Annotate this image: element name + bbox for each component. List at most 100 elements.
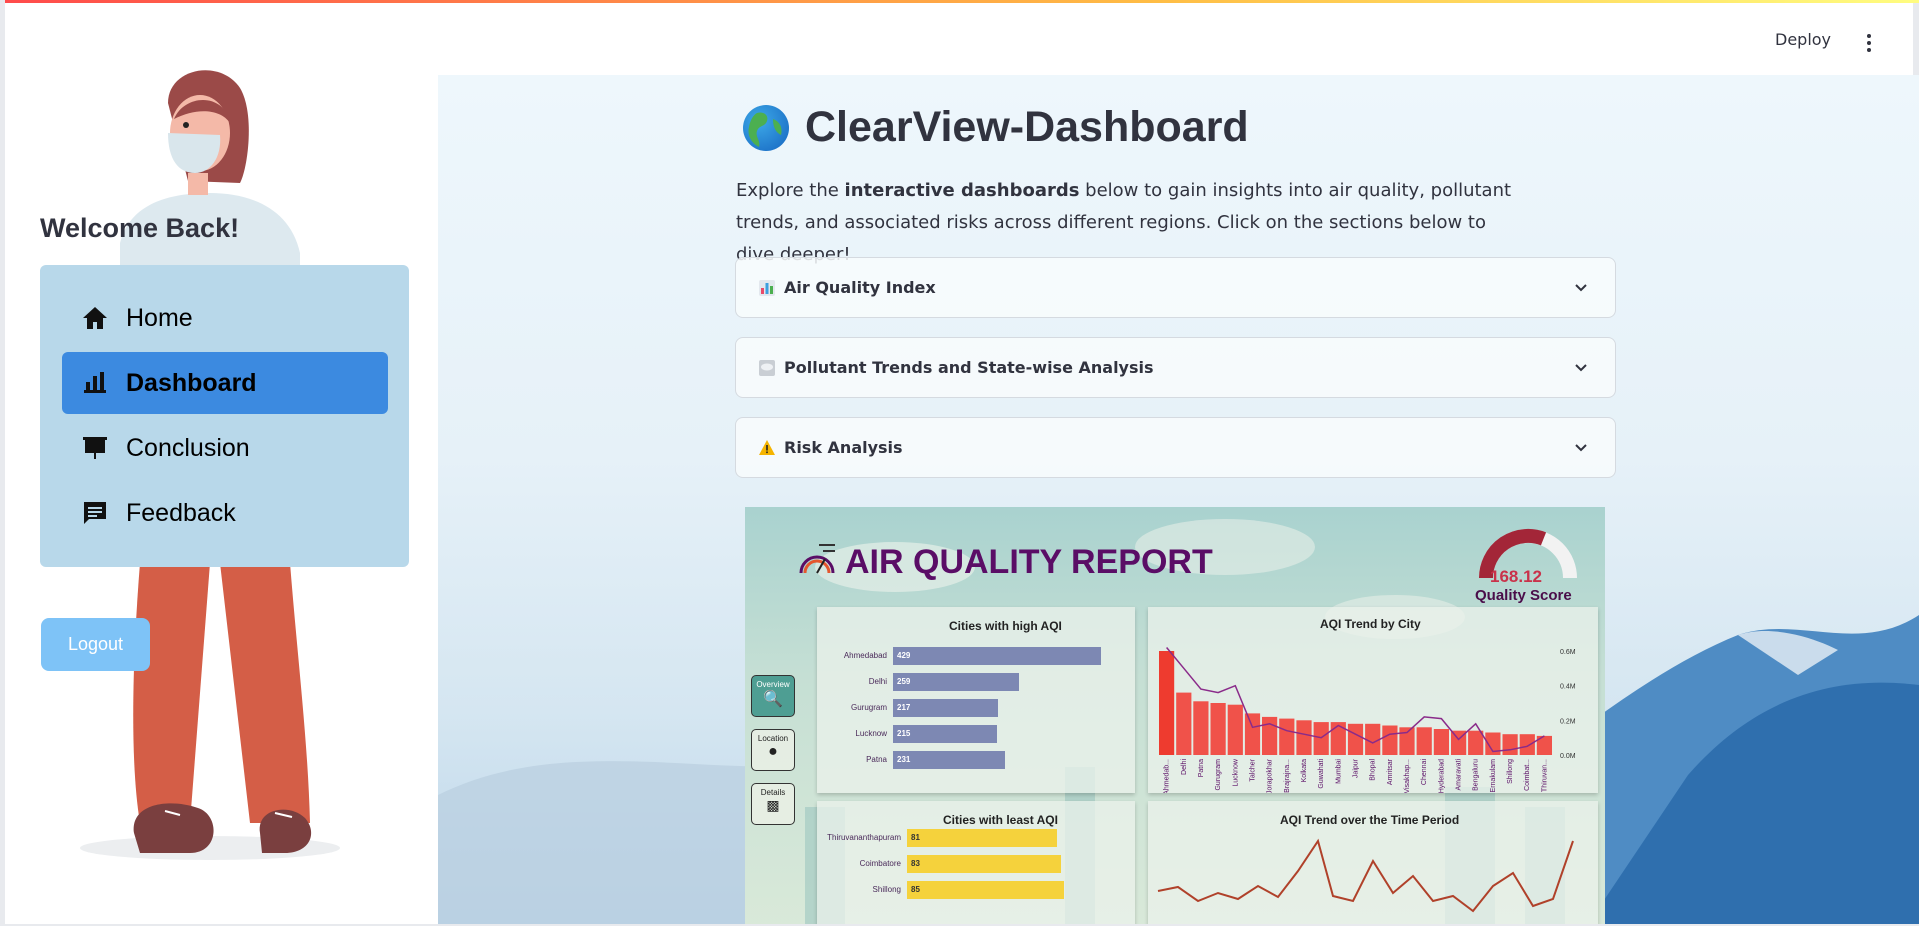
report-nav-label: Overview bbox=[756, 680, 790, 689]
magnifier-doc-icon: 🔍 bbox=[763, 691, 783, 708]
bar bbox=[1347, 723, 1364, 755]
nav-item-label: Home bbox=[126, 303, 193, 332]
bar bbox=[1330, 722, 1346, 755]
chevron-down-icon bbox=[1575, 284, 1587, 292]
report-title: AIR QUALITY REPORT bbox=[845, 543, 1213, 581]
nav-item-conclusion[interactable]: Conclusion bbox=[62, 417, 388, 479]
panel-least-aqi: Cities with least AQI Thiruvananthapuram… bbox=[817, 801, 1135, 924]
house-icon bbox=[80, 303, 110, 333]
bar: 85 bbox=[907, 881, 1065, 899]
expander-pollutant-trends[interactable]: Pollutant Trends and State-wise Analysis bbox=[735, 337, 1616, 398]
bar: 215 bbox=[893, 725, 998, 743]
bar: 259 bbox=[893, 673, 1019, 691]
x-tick-label: Gurugram bbox=[1215, 759, 1222, 791]
x-tick-label: Amritsar bbox=[1387, 758, 1394, 785]
bar bbox=[1227, 704, 1243, 755]
x-tick-label: Kolkata bbox=[1301, 759, 1308, 782]
quality-score-value: 168.12 bbox=[1490, 567, 1542, 586]
logout-button[interactable]: Logout bbox=[41, 618, 150, 671]
bar: 217 bbox=[893, 699, 999, 717]
main-content: ClearView-Dashboard Explore the interact… bbox=[438, 75, 1919, 924]
bar: 83 bbox=[907, 855, 1061, 873]
nav-item-label: Feedback bbox=[126, 498, 236, 527]
bar bbox=[1399, 727, 1415, 755]
page-header: ClearView-Dashboard bbox=[743, 103, 1249, 152]
y-tick-label: 0.4M bbox=[1560, 684, 1576, 691]
nav-item-label: Conclusion bbox=[126, 433, 250, 462]
bar-category-label: Lucknow bbox=[855, 729, 887, 738]
x-tick-label: Thiruvan... bbox=[1541, 759, 1548, 792]
chat-icon bbox=[80, 498, 110, 528]
bar bbox=[1468, 730, 1484, 755]
bar-category-label: Thiruvananthapuram bbox=[827, 833, 901, 842]
bar-category-label: Delhi bbox=[868, 677, 887, 686]
x-tick-label: Hyderabad bbox=[1438, 759, 1445, 793]
sidebar: Welcome Back! Home Dashboard Conclusion bbox=[10, 3, 438, 924]
report-nav-details: Details ▩ bbox=[751, 783, 795, 825]
chevron-down-icon bbox=[1575, 444, 1587, 452]
x-tick-label: Coimbat... bbox=[1524, 759, 1531, 791]
quality-score-label: Quality Score bbox=[1475, 587, 1572, 604]
nav-menu: Home Dashboard Conclusion Feedback bbox=[40, 265, 409, 567]
page-title: ClearView-Dashboard bbox=[805, 103, 1249, 151]
nav-item-home[interactable]: Home bbox=[62, 287, 388, 349]
bar-category-label: Gurugram bbox=[850, 703, 887, 712]
x-tick-label: Bengaluru bbox=[1473, 759, 1480, 791]
intro-pre: Explore the bbox=[736, 180, 845, 201]
globe-icon bbox=[743, 104, 789, 151]
bar: 429 bbox=[893, 647, 1101, 665]
x-tick-label: Mumbai bbox=[1335, 759, 1342, 784]
building-icon: ▩ bbox=[766, 797, 780, 813]
x-tick-label: Guwahati bbox=[1318, 759, 1325, 789]
x-tick-label: Shillong bbox=[1507, 759, 1514, 784]
bar bbox=[1519, 734, 1535, 755]
expander-label: Air Quality Index bbox=[784, 278, 936, 297]
bar-category-label: Patna bbox=[866, 755, 887, 764]
location-pin-icon: ● bbox=[768, 743, 778, 760]
x-tick-label: Brajrajna... bbox=[1284, 759, 1291, 793]
x-tick-label: Ernakulam bbox=[1490, 759, 1497, 793]
x-tick-label: Visakhap... bbox=[1404, 759, 1411, 793]
report-nav-location: Location ● bbox=[751, 729, 795, 771]
x-tick-label: Chennai bbox=[1421, 759, 1428, 786]
x-tick-label: Amaravati bbox=[1456, 759, 1463, 791]
gauge-icon bbox=[799, 544, 835, 574]
bar bbox=[1382, 725, 1398, 755]
bar-chart-icon bbox=[80, 368, 110, 398]
main-menu-icon[interactable] bbox=[1865, 34, 1873, 54]
bar-chart-icon bbox=[759, 279, 775, 296]
bar bbox=[1176, 692, 1192, 755]
chevron-down-icon bbox=[1575, 364, 1587, 372]
deploy-button[interactable]: Deploy bbox=[1775, 30, 1831, 49]
bar bbox=[1433, 729, 1449, 755]
bar bbox=[1502, 734, 1518, 755]
warning-icon bbox=[759, 439, 775, 455]
bar bbox=[1416, 727, 1432, 755]
aqi-trend-by-city-chart: 0.0M 0.2M 0.4M 0.6M Ahmedab... Delhi Patna Guru… bbox=[1159, 647, 1576, 793]
expander-label: Pollutant Trends and State-wise Analysis bbox=[784, 358, 1154, 377]
y-tick-label: 0.2M bbox=[1560, 718, 1576, 725]
x-tick-label: Talcher bbox=[1250, 758, 1257, 781]
bar-category-label: Ahmedabad bbox=[843, 651, 887, 660]
bar bbox=[1296, 720, 1312, 755]
expander-risk-analysis[interactable]: Risk Analysis bbox=[735, 417, 1616, 478]
report-nav-overview: Overview 🔍 bbox=[751, 675, 795, 717]
cloud-icon bbox=[759, 359, 775, 376]
panel-title: Cities with high AQI bbox=[949, 619, 1062, 633]
aqi-trend-over-time-chart bbox=[1157, 838, 1574, 913]
nav-item-label: Dashboard bbox=[126, 368, 257, 397]
bar: 231 bbox=[893, 751, 1005, 769]
nav-item-dashboard[interactable]: Dashboard bbox=[62, 352, 388, 414]
x-tick-label: Bhopal bbox=[1370, 759, 1377, 781]
bar bbox=[1210, 703, 1226, 755]
expander-air-quality-index[interactable]: Air Quality Index bbox=[735, 257, 1616, 318]
panel-high-aqi: Cities with high AQI Ahmedabad 429 Delhi 25… bbox=[817, 607, 1135, 793]
nav-item-feedback[interactable]: Feedback bbox=[62, 482, 388, 544]
bar bbox=[1159, 651, 1175, 755]
bar bbox=[1193, 701, 1209, 755]
x-tick-label: Lucknow bbox=[1232, 758, 1239, 787]
y-tick-label: 0.6M bbox=[1560, 649, 1576, 656]
welcome-heading: Welcome Back! bbox=[40, 213, 240, 243]
report-nav-label: Location bbox=[757, 734, 789, 743]
bar-category-label: Shillong bbox=[872, 885, 901, 894]
